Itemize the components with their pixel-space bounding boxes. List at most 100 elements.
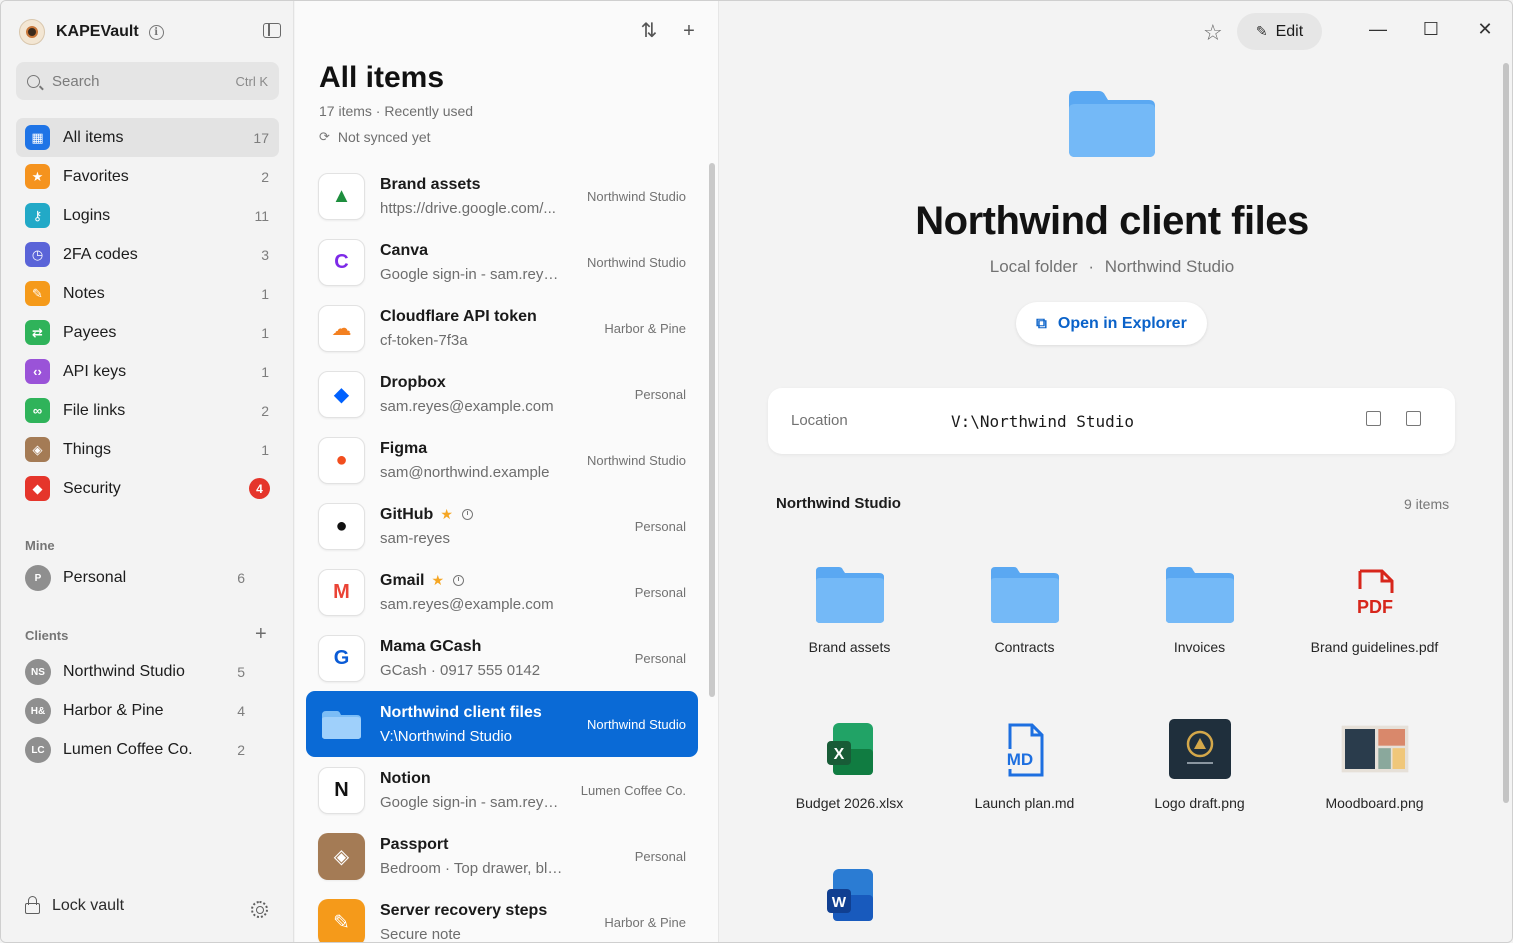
vault-item-northwind-studio[interactable]: NS Northwind Studio 5 [25, 657, 245, 687]
list-item-subtitle: sam-reyes [380, 529, 451, 547]
vault-label: Harbor & Pine [63, 702, 164, 719]
sidebar-item-api-keys[interactable]: ‹› API keys 1 [16, 352, 279, 391]
settings-gear-icon[interactable] [251, 901, 268, 918]
sidebar-item-logins[interactable]: ⚷ Logins 11 [16, 196, 279, 235]
detail-title: Northwind client files [915, 199, 1309, 243]
box-icon: ◈ [318, 832, 365, 880]
sidebar-item-favorites[interactable]: ★ Favorites 2 [16, 157, 279, 196]
sidebar-item-label: Security [63, 479, 121, 497]
sidebar-item-file-links[interactable]: ∞ File links 2 [16, 391, 279, 430]
minimize-icon[interactable]: — [1368, 19, 1388, 39]
add-item-icon[interactable]: + [680, 21, 698, 41]
app-window: KAPEVault i Search Ctrl K ▦ All items 17 ★ F… [0, 0, 1513, 943]
sidebar-item-label: Logins [63, 206, 111, 224]
search-input[interactable]: Search Ctrl K [16, 62, 279, 100]
open-in-explorer-button[interactable]: ⧉ Open in Explorer [1016, 302, 1207, 345]
open-location-icon[interactable] [1366, 411, 1381, 426]
github-icon: ● [318, 502, 365, 550]
lock-vault-label: Lock vault [52, 897, 125, 914]
list-item-vault: Personal [634, 848, 686, 864]
info-icon[interactable]: i [148, 24, 164, 40]
list-item[interactable]: ◆ Dropbox sam.reyes@example.com Personal [306, 361, 698, 427]
file-tile[interactable]: X Budget 2026.xlsx [762, 717, 937, 827]
file-thumbnail: PDF [1340, 561, 1410, 625]
search-icon [27, 74, 40, 88]
list-item[interactable]: ◈ Passport Bedroom · Top drawer, blue fold… [306, 823, 698, 889]
location-value: V:\Northwind Studio [951, 412, 1135, 431]
list-item[interactable]: C Canva Google sign-in - sam.reyes@... Nort… [306, 229, 698, 295]
sidebar-item-count: 1 [261, 441, 269, 458]
google-drive-icon: ▲ [318, 172, 365, 220]
list-item-title: GitHub ★ [380, 506, 627, 524]
folder-icon [1165, 567, 1234, 623]
list-item-title-text: Mama GCash [380, 637, 482, 655]
sidebar-item-label: All items [63, 128, 124, 146]
vault-avatar: P [25, 565, 51, 591]
sidebar-item-count: 2 [261, 168, 269, 185]
file-thumbnail [1165, 561, 1235, 625]
file-name: Launch plan.md [974, 795, 1075, 811]
list-item[interactable]: Northwind client files V:\Northwind Studi… [306, 691, 698, 757]
location-label: Location [791, 412, 848, 429]
svg-text:MD: MD [1006, 750, 1032, 769]
word-file-icon: W [826, 869, 873, 921]
sync-icon: ⟳ [319, 129, 330, 144]
sidebar-item-security[interactable]: ◆ Security 4 [16, 469, 279, 508]
gcash-icon: G [318, 634, 365, 682]
maximize-icon[interactable]: ☐ [1421, 19, 1441, 39]
vault-item-lumen-coffee-co-[interactable]: LC Lumen Coffee Co. 2 [25, 735, 245, 765]
sidebar-item-things[interactable]: ◈ Things 1 [16, 430, 279, 469]
favorite-star-icon[interactable]: ☆ [1203, 20, 1223, 46]
lock-vault-button[interactable]: Lock vault [25, 896, 125, 915]
list-scrollbar[interactable] [709, 163, 715, 697]
file-tile[interactable]: Contracts [937, 561, 1112, 671]
list-item-text: Northwind client files V:\Northwind Studi… [380, 704, 579, 745]
list-item[interactable]: N Notion Google sign-in - sam.reyes@... Lum… [306, 757, 698, 823]
copy-icon[interactable] [1406, 411, 1421, 426]
file-tile[interactable]: Moodboard.png [1287, 717, 1462, 827]
file-tile[interactable]: Logo draft.png [1112, 717, 1287, 827]
list-item[interactable]: M Gmail ★ sam.reyes@example.com Personal [306, 559, 698, 625]
app-logo-icon [19, 19, 45, 45]
vault-label: Lumen Coffee Co. [63, 741, 193, 758]
edit-button[interactable]: ✎ Edit [1237, 13, 1322, 50]
sidebar-item-all-items[interactable]: ▦ All items 17 [16, 118, 279, 157]
vault-count: 2 [237, 742, 245, 758]
sort-icon[interactable]: ⇅ [640, 21, 658, 41]
file-tile[interactable]: PDF Brand guidelines.pdf [1287, 561, 1462, 671]
sidebar-item-count: 1 [261, 363, 269, 380]
sidebar-item-label: Things [63, 440, 112, 458]
file-name: Moodboard.png [1325, 795, 1424, 811]
list-item-subtitle: sam@northwind.example [380, 463, 550, 481]
sidebar-item-payees[interactable]: ⇄ Payees 1 [16, 313, 279, 352]
list-item[interactable]: ▲ Brand assets https://drive.google.com/..… [306, 163, 698, 229]
list-item[interactable]: ● GitHub ★ sam-reyes Personal [306, 493, 698, 559]
file-thumbnail: X [815, 717, 885, 781]
list-item[interactable]: ☁ Cloudflare API token cf-token-7f3a Harbor… [306, 295, 698, 361]
list-item-vault: Harbor & Pine [604, 914, 686, 930]
file-tile[interactable]: MD Launch plan.md [937, 717, 1112, 827]
file-thumbnail [1165, 717, 1235, 781]
detail-scrollbar[interactable] [1503, 63, 1509, 803]
file-tile[interactable]: Invoices [1112, 561, 1287, 671]
file-tile[interactable]: W [762, 863, 937, 942]
list-item-vault: Personal [634, 518, 686, 534]
notion-icon: N [318, 766, 365, 814]
list-item[interactable]: G Mama GCash GCash · 0917 555 0142 Personal [306, 625, 698, 691]
close-icon[interactable]: ✕ [1475, 19, 1495, 39]
sidebar-item-label: 2FA codes [63, 245, 138, 263]
add-client-button[interactable]: + [255, 624, 267, 644]
file-name: Invoices [1173, 639, 1226, 655]
toggle-sidebar-icon[interactable] [263, 23, 281, 38]
vault-item-harbor-pine[interactable]: H& Harbor & Pine 4 [25, 696, 245, 726]
list-item-subtitle: cf-token-7f3a [380, 331, 468, 349]
list-item-title: Gmail ★ [380, 572, 627, 590]
list-item[interactable]: ● Figma sam@northwind.example Northwind Stu… [306, 427, 698, 493]
list-item-title: Mama GCash [380, 638, 627, 656]
notes-icon: ✎ [25, 281, 50, 306]
file-tile[interactable]: Brand assets [762, 561, 937, 671]
sidebar-item-notes[interactable]: ✎ Notes 1 [16, 274, 279, 313]
list-item[interactable]: ✎ Server recovery steps Secure note Harbor … [306, 889, 698, 942]
vault-item-personal[interactable]: P Personal 6 [25, 563, 245, 593]
sidebar-item-2fa-codes[interactable]: ◷ 2FA codes 3 [16, 235, 279, 274]
